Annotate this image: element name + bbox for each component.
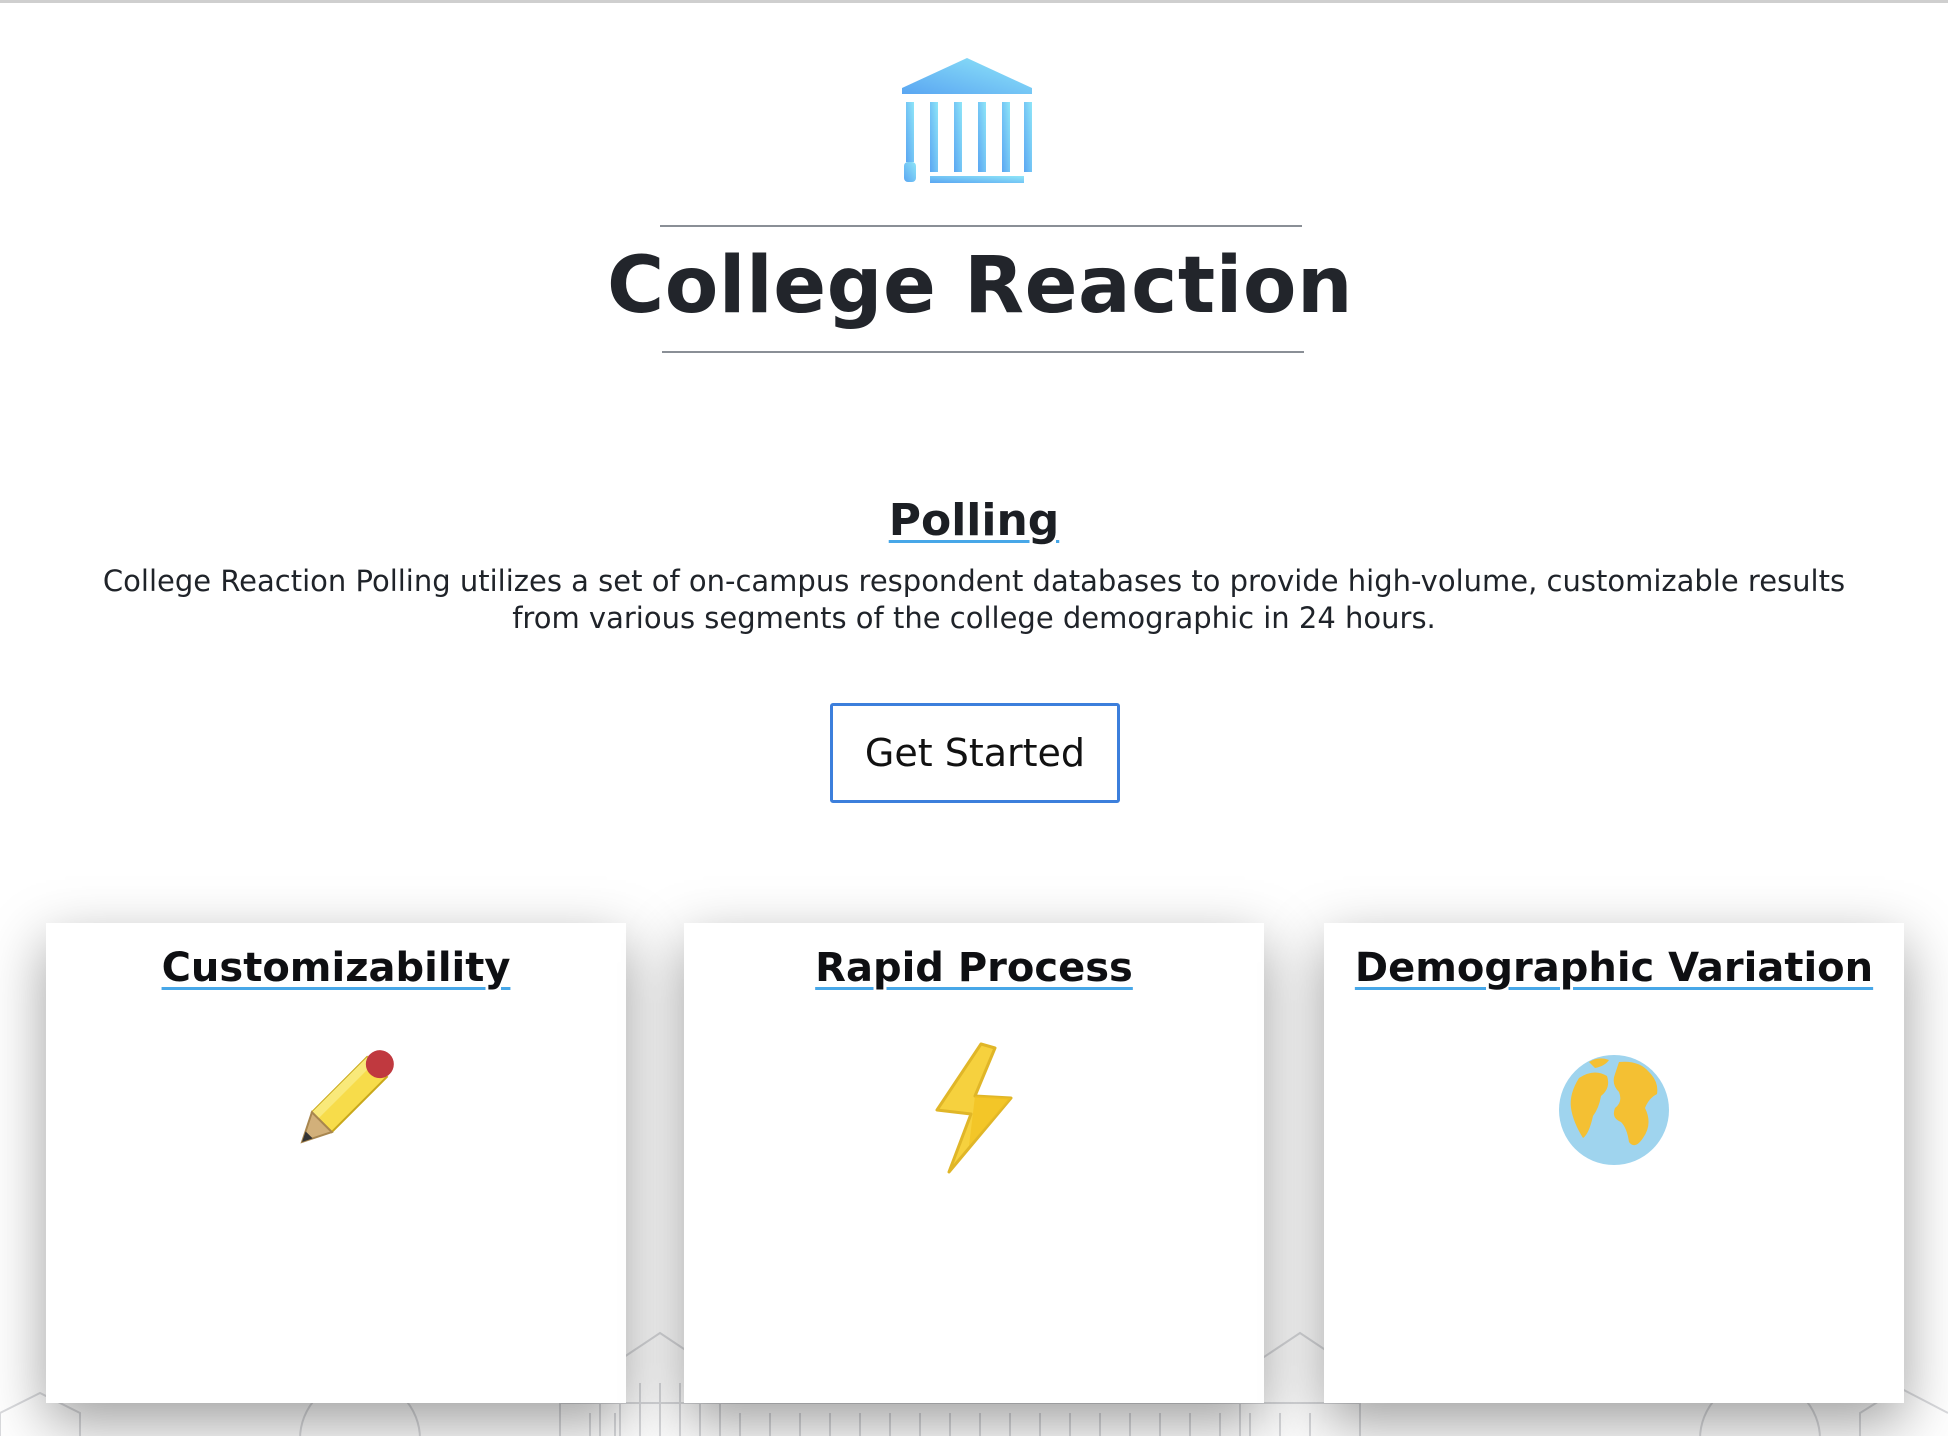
feature-card-title: Demographic Variation <box>1354 945 1874 991</box>
globe-icon <box>1559 1055 1669 1165</box>
brand-title: College Reaction <box>606 241 1354 331</box>
title-bottom-divider <box>662 351 1304 353</box>
feature-card-demographic-variation: Demographic Variation <box>1324 923 1904 1403</box>
title-top-divider <box>660 225 1302 227</box>
polling-heading: Polling <box>888 495 1060 546</box>
feature-card-rapid-process: Rapid Process <box>684 923 1264 1403</box>
college-building-icon <box>902 58 1032 183</box>
feature-card-customizability: Customizability <box>46 923 626 1403</box>
polling-description: College Reaction Polling utilizes a set … <box>102 564 1846 635</box>
get-started-button[interactable]: Get Started <box>830 703 1120 803</box>
pencil-icon <box>300 1050 394 1144</box>
landing-page: College Reaction Polling College Reactio… <box>0 0 1948 1436</box>
lightning-bolt-icon <box>935 1042 1013 1174</box>
feature-card-title: Customizability <box>161 945 511 991</box>
feature-card-title: Rapid Process <box>815 945 1133 991</box>
